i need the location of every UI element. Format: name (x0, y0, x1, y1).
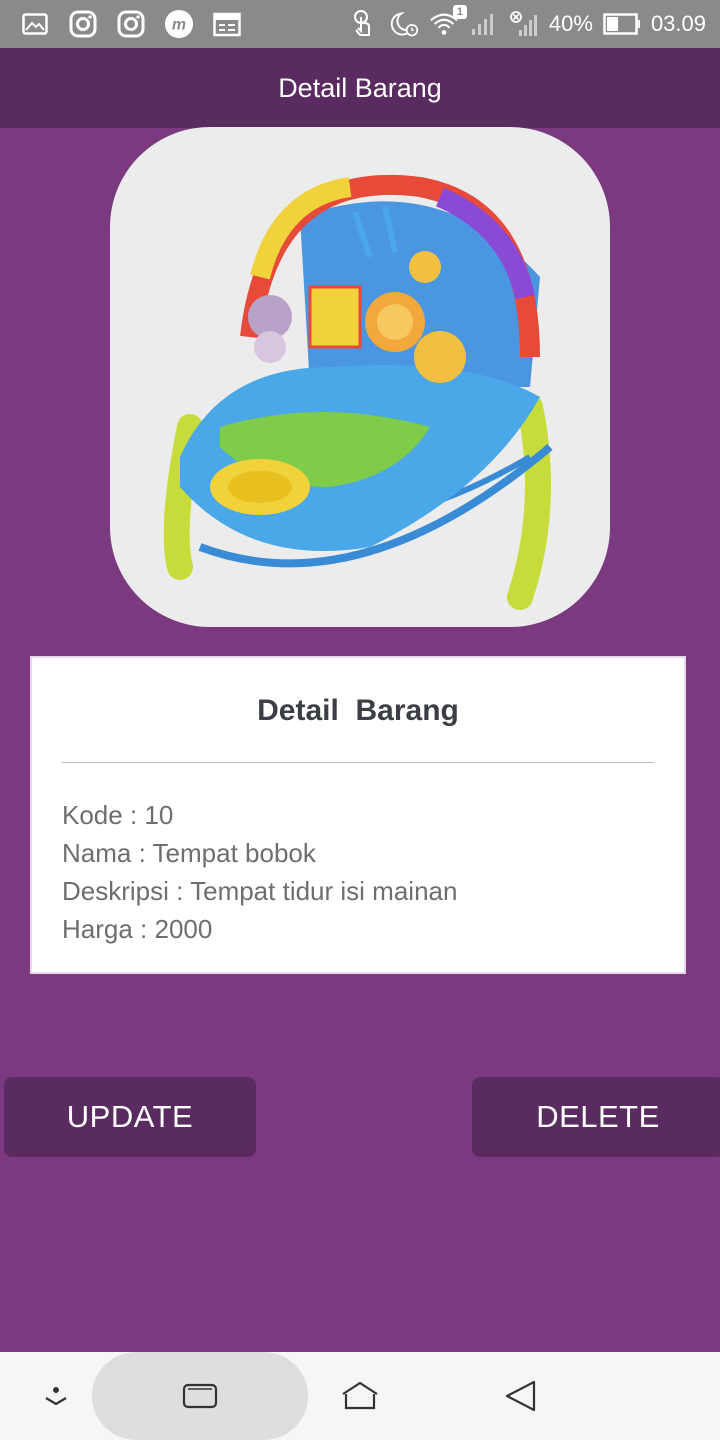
instagram-icon (116, 9, 146, 39)
detail-card: Detail Barang Kode : 10 Nama : Tempat bo… (30, 656, 686, 974)
detail-deskripsi: Deskripsi : Tempat tidur isi mainan (62, 876, 458, 906)
detail-nama: Nama : Tempat bobok (62, 838, 316, 868)
delete-button[interactable]: DELETE (472, 1077, 720, 1157)
signal-off-icon (509, 9, 539, 39)
wifi-icon: 1 (429, 5, 467, 39)
svg-text:m: m (172, 17, 186, 34)
page-title: Detail Barang (278, 72, 442, 103)
moon-alarm-icon (389, 9, 419, 39)
card-divider (62, 762, 654, 763)
card-title: Detail Barang (257, 694, 459, 727)
calendar-icon (212, 9, 242, 39)
navigation-bar (0, 1352, 720, 1440)
wifi-badge: 1 (452, 5, 467, 19)
detail-kode: Kode : 10 (62, 800, 174, 830)
detail-list: Kode : 10 Nama : Tempat bobok Deskripsi … (62, 796, 457, 948)
recents-icon[interactable] (180, 1376, 220, 1416)
app-bar: Detail Barang (0, 48, 720, 128)
product-image (110, 127, 610, 627)
status-bar: m 1 40% 03.09 (0, 0, 720, 48)
chevron-down-icon[interactable] (36, 1376, 76, 1416)
battery-percent: 40% (548, 11, 593, 36)
touch-icon (349, 9, 379, 39)
home-icon[interactable] (340, 1376, 380, 1416)
signal-icon (469, 9, 499, 39)
instagram-icon (68, 9, 98, 39)
gallery-icon (20, 9, 50, 39)
baby-bouncer-image (163, 174, 553, 610)
back-icon[interactable] (500, 1376, 540, 1416)
detail-harga: Harga : 2000 (62, 914, 213, 944)
update-button[interactable]: UPDATE (4, 1077, 256, 1157)
battery-icon (603, 9, 641, 39)
m-app-icon: m (164, 9, 194, 39)
clock: 03.09 (650, 11, 706, 36)
